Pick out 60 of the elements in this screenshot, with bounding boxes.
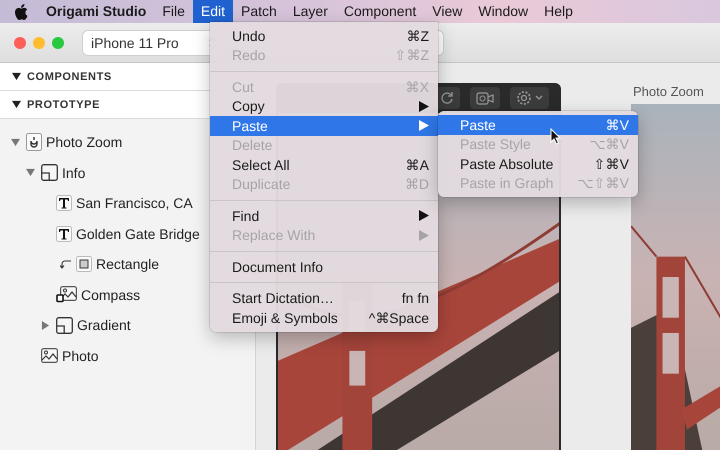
- layer-name[interactable]: Info: [62, 164, 86, 181]
- menu-bar-item[interactable]: Patch: [233, 0, 285, 23]
- menu-item[interactable]: Paste Absolute ⇧⌘V: [438, 154, 638, 174]
- submenu-arrow-icon: [419, 230, 429, 241]
- shortcut-text: ⌘A: [406, 156, 429, 173]
- app-menu[interactable]: Origami Studio: [38, 0, 154, 23]
- shortcut-text: ^⌘Space: [368, 310, 429, 326]
- shortcut-text: ⌥⌘V: [590, 136, 629, 152]
- menu-bar-item[interactable]: Edit: [192, 0, 234, 23]
- text-layer-icon: [56, 195, 72, 212]
- shortcut-text: ⌘V: [606, 116, 629, 133]
- disclosure-triangle-icon[interactable]: [12, 72, 21, 81]
- masked-image-icon: [56, 286, 77, 304]
- settings-icon: [516, 90, 532, 106]
- layer-name[interactable]: Golden Gate Bridge: [76, 226, 200, 242]
- submenu-arrow-icon: [419, 100, 429, 112]
- shortcut-text: ⇧⌘V: [594, 156, 629, 172]
- preview-title: Photo Zoom: [632, 84, 705, 101]
- submenu-arrow-icon: [419, 210, 429, 222]
- menu-item[interactable]: Paste ⌘V: [438, 115, 638, 134]
- apple-logo-icon[interactable]: [14, 4, 28, 20]
- submenu-arrow-icon: [419, 120, 429, 132]
- chevron-icon: [535, 95, 543, 101]
- menu-item[interactable]: Start Dictation… fn fn: [210, 288, 438, 308]
- image-layer-icon: [41, 348, 58, 364]
- settings-button[interactable]: [510, 87, 549, 109]
- component-icon: [26, 133, 42, 152]
- layer-name[interactable]: Compass: [81, 286, 140, 303]
- layer-name[interactable]: San Francisco, CA: [76, 195, 193, 212]
- rectangle-layer-icon: [76, 256, 92, 272]
- shortcut-text: ⌘Z: [406, 28, 429, 44]
- video-camera-icon: [476, 92, 494, 104]
- layer-name[interactable]: Rectangle: [96, 256, 160, 272]
- layer-name[interactable]: Photo: [62, 348, 99, 364]
- menu-bar-item[interactable]: Help: [536, 0, 581, 23]
- mouse-pointer-icon: [550, 128, 561, 145]
- shortcut-text: ⇧⌘Z: [394, 47, 429, 64]
- menu-item[interactable]: Paste: [210, 116, 438, 136]
- shortcut-text: fn fn: [402, 290, 429, 306]
- refresh-icon: [440, 91, 454, 105]
- text-layer-icon: [56, 226, 72, 242]
- menu-item[interactable]: Find: [210, 206, 438, 226]
- layer-name[interactable]: Photo Zoom: [46, 134, 122, 150]
- disclosure-triangle-icon[interactable]: [12, 100, 21, 109]
- shortcut-text: ⌘D: [404, 176, 429, 192]
- close-button[interactable]: [14, 36, 26, 48]
- layer-group-icon: [41, 164, 58, 182]
- layer-name[interactable]: Gradient: [77, 317, 131, 334]
- shortcut-text: ⌘X: [406, 78, 429, 95]
- menu-bar-item[interactable]: Window: [470, 0, 536, 23]
- record-button[interactable]: [470, 87, 500, 109]
- layer-group-icon: [56, 316, 73, 334]
- menu-item[interactable]: Document Info: [210, 257, 438, 276]
- menu-bar-item[interactable]: Layer: [284, 0, 336, 23]
- menu-bar-item[interactable]: Component: [336, 0, 424, 23]
- menu-item[interactable]: Select All ⌘A: [210, 155, 438, 174]
- menu-bar-item[interactable]: File: [154, 0, 193, 23]
- menu-item[interactable]: Emoji & Symbols ^⌘Space: [210, 308, 438, 328]
- shortcut-text: ⌥⇧⌘V: [578, 175, 629, 192]
- menu-bar-item[interactable]: View: [424, 0, 470, 23]
